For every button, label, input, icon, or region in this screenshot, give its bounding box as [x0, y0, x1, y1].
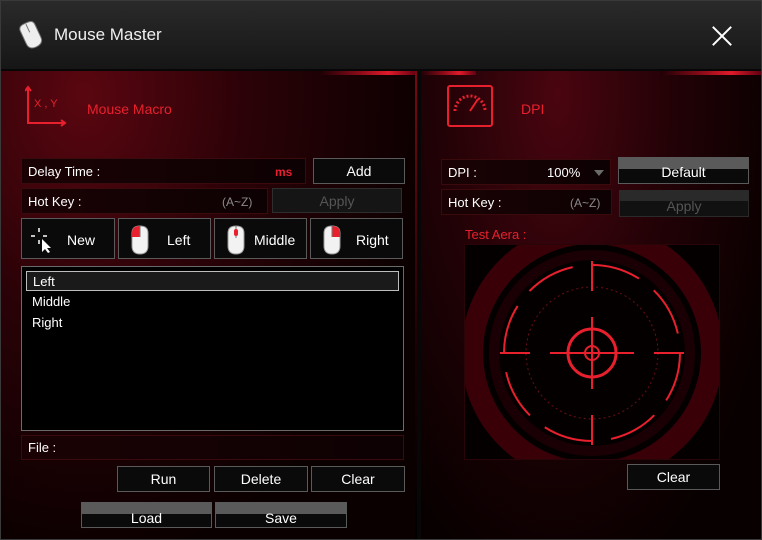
middle-click-button[interactable]: Middle: [214, 218, 307, 259]
mouse-icon: [19, 21, 43, 49]
mouse-right-icon: [323, 225, 341, 255]
panel-accent-line: [421, 71, 476, 75]
load-button[interactable]: Load: [81, 502, 212, 528]
macro-list[interactable]: Left Middle Right: [21, 266, 404, 431]
panel-accent-line: [661, 71, 761, 75]
right-click-button[interactable]: Right: [310, 218, 403, 259]
dpi-label: DPI :: [448, 165, 477, 180]
delay-unit: ms: [275, 165, 293, 179]
crosshair-target-icon: [465, 245, 719, 459]
add-button[interactable]: Add: [313, 158, 405, 184]
xy-icon-text: X , Y: [34, 98, 58, 110]
delay-time-field[interactable]: Delay Time : ms: [21, 158, 306, 184]
macro-clear-button[interactable]: Clear: [311, 466, 405, 492]
right-button-label: Right: [356, 232, 389, 248]
dpi-apply-button[interactable]: Apply: [619, 190, 749, 217]
panel-divider: [415, 71, 417, 539]
xy-axis-icon: X , Y: [25, 85, 67, 127]
mouse-middle-icon: [227, 225, 245, 255]
dpi-select[interactable]: DPI : 100%: [441, 159, 611, 185]
hotkey-hint: (A~Z): [222, 195, 253, 209]
middle-button-label: Middle: [254, 232, 296, 248]
title-bar[interactable]: Mouse Master: [1, 1, 761, 69]
new-button-label: New: [67, 232, 96, 248]
left-button-label: Left: [167, 232, 191, 248]
mouse-left-icon: [131, 225, 149, 255]
file-label: File :: [28, 440, 57, 455]
default-button[interactable]: Default: [618, 157, 749, 184]
hotkey-label: Hot Key :: [28, 194, 82, 209]
panel-accent-line: [321, 71, 417, 75]
test-area-label: Test Aera :: [465, 227, 527, 242]
file-field[interactable]: File :: [21, 435, 404, 460]
speedometer-icon: [447, 85, 493, 127]
dpi-section-title: DPI: [521, 101, 545, 117]
dpi-hotkey-label: Hot Key :: [448, 195, 502, 210]
chevron-down-icon: [594, 170, 604, 176]
mouse-master-window: Mouse Master X , Y Mouse Macro Delay Tim…: [0, 0, 762, 540]
test-area[interactable]: [464, 244, 720, 460]
cursor-crosshair-icon: [31, 228, 51, 253]
macro-hotkey-field[interactable]: Hot Key : (A~Z): [21, 188, 268, 214]
delete-button[interactable]: Delete: [214, 466, 308, 492]
left-click-button[interactable]: Left: [118, 218, 211, 259]
save-button[interactable]: Save: [215, 502, 347, 528]
macro-section-title: Mouse Macro: [87, 101, 172, 117]
list-item[interactable]: Left: [26, 271, 399, 291]
run-button[interactable]: Run: [117, 466, 210, 492]
delay-time-label: Delay Time :: [28, 164, 101, 179]
dpi-hotkey-field[interactable]: Hot Key : (A~Z): [441, 189, 612, 215]
dpi-hotkey-hint: (A~Z): [570, 196, 601, 210]
macro-apply-button[interactable]: Apply: [272, 188, 402, 213]
dpi-value: 100%: [547, 165, 581, 180]
list-item[interactable]: Right: [26, 313, 399, 333]
close-icon[interactable]: [707, 21, 737, 51]
new-button[interactable]: New: [21, 218, 115, 259]
dpi-clear-button[interactable]: Clear: [627, 464, 720, 490]
list-item[interactable]: Middle: [26, 292, 399, 312]
app-title: Mouse Master: [54, 25, 162, 44]
